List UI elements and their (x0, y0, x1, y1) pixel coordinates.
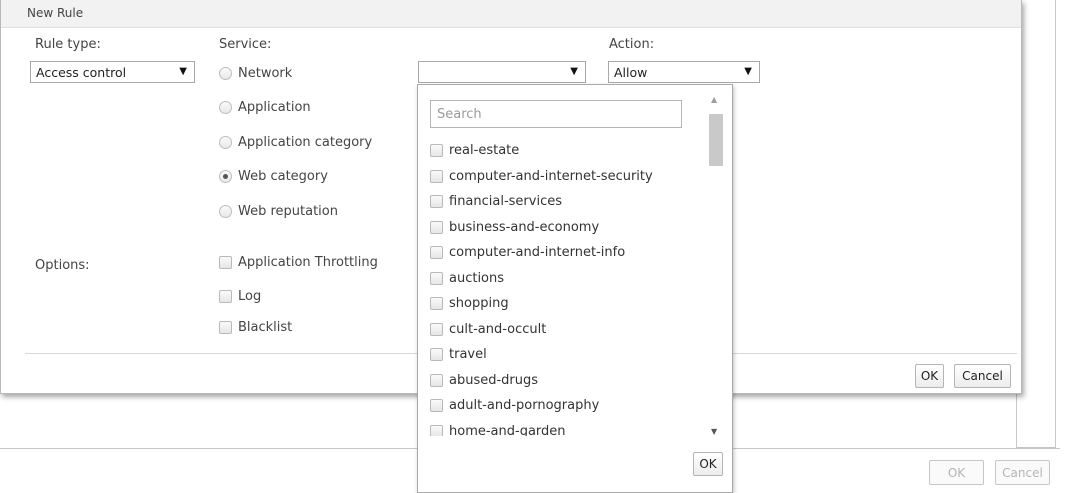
radio-button[interactable] (219, 136, 232, 149)
service-option-web-reputation[interactable]: Web reputation (219, 204, 338, 219)
rule-type-label: Rule type: (35, 37, 101, 52)
rule-type-select[interactable]: Access control ▼ (30, 61, 195, 83)
category-label: adult-and-pornography (449, 398, 600, 414)
category-label: auctions (449, 270, 505, 286)
checkbox[interactable] (430, 169, 443, 183)
option-log[interactable]: Log (219, 289, 261, 304)
checkbox[interactable] (430, 373, 443, 387)
action-select[interactable]: Allow ▼ (608, 61, 760, 83)
checkbox[interactable] (430, 399, 443, 413)
service-option-web-category[interactable]: Web category (219, 169, 328, 184)
chevron-down-icon: ▼ (179, 66, 187, 77)
service-option-label: Application (238, 100, 311, 115)
scroll-up-arrow-icon[interactable]: ▲ (711, 95, 717, 104)
rule-type-value: Access control (36, 64, 127, 80)
category-list-item[interactable]: shopping (430, 291, 702, 317)
option-label: Application Throttling (238, 255, 378, 270)
option-label: Blacklist (238, 320, 293, 335)
category-label: computer-and-internet-security (449, 168, 653, 184)
background-cancel-button[interactable]: Cancel (995, 460, 1050, 485)
category-label: travel (449, 347, 487, 363)
checkbox[interactable] (219, 321, 232, 334)
radio-button[interactable] (219, 67, 232, 80)
category-list-item[interactable]: computer-and-internet-security (430, 164, 702, 190)
category-label: computer-and-internet-info (449, 245, 626, 261)
category-list: real-estate computer-and-internet-securit… (430, 138, 702, 436)
ok-button[interactable]: OK (915, 364, 944, 388)
scrollbar-thumb[interactable] (709, 114, 723, 166)
scrollbar[interactable]: ▲ ▼ (707, 92, 723, 438)
option-application-throttling[interactable]: Application Throttling (219, 255, 378, 270)
dialog-header: New Rule (1, 0, 1021, 28)
option-blacklist[interactable]: Blacklist (219, 320, 292, 335)
service-option-label: Application category (238, 135, 373, 150)
checkbox[interactable] (430, 144, 443, 158)
option-label: Log (238, 289, 262, 304)
service-value-select[interactable]: ▼ (418, 61, 586, 83)
background-side-panel (1016, 0, 1056, 448)
category-list-item[interactable]: home-and-garden (430, 419, 702, 436)
category-label: financial-services (449, 194, 563, 210)
category-label: cult-and-occult (449, 321, 547, 337)
category-label: business-and-economy (449, 219, 600, 235)
options-label: Options: (35, 258, 90, 273)
radio-button-selected[interactable] (219, 170, 232, 183)
radio-button[interactable] (219, 101, 232, 114)
service-label: Service: (219, 37, 272, 52)
category-label: shopping (449, 296, 509, 312)
category-list-item[interactable]: financial-services (430, 189, 702, 215)
radio-button[interactable] (219, 205, 232, 218)
category-list-item[interactable]: cult-and-occult (430, 317, 702, 343)
service-option-application-category[interactable]: Application category (219, 135, 372, 150)
dropdown-ok-button[interactable]: OK (693, 452, 723, 476)
service-option-label: Network (238, 66, 293, 81)
scroll-down-arrow-icon[interactable]: ▼ (711, 427, 717, 436)
checkbox[interactable] (430, 195, 443, 209)
service-option-label: Web category (238, 169, 328, 184)
checkbox[interactable] (430, 246, 443, 260)
service-option-label: Web reputation (238, 204, 338, 219)
search-input[interactable] (430, 100, 682, 128)
category-list-item[interactable]: auctions (430, 266, 702, 292)
category-label: real-estate (449, 143, 520, 159)
checkbox[interactable] (430, 271, 443, 285)
action-value: Allow (614, 64, 648, 80)
category-list-item[interactable]: business-and-economy (430, 215, 702, 241)
category-list-item[interactable]: travel (430, 342, 702, 368)
dialog-title: New Rule (27, 6, 84, 20)
category-list-item[interactable]: real-estate (430, 138, 702, 164)
chevron-down-icon: ▼ (744, 66, 752, 77)
checkbox[interactable] (430, 322, 443, 336)
action-label: Action: (609, 37, 655, 52)
category-label: abused-drugs (449, 372, 539, 388)
checkbox[interactable] (430, 424, 443, 436)
service-option-application[interactable]: Application (219, 100, 311, 115)
checkbox[interactable] (430, 297, 443, 311)
background-ok-button[interactable]: OK (929, 460, 984, 485)
chevron-down-icon: ▼ (570, 66, 578, 77)
checkbox[interactable] (219, 256, 232, 269)
checkbox[interactable] (219, 290, 232, 303)
service-option-network[interactable]: Network (219, 66, 292, 81)
cancel-button[interactable]: Cancel (954, 364, 1011, 388)
category-list-item[interactable]: adult-and-pornography (430, 393, 702, 419)
category-list-item[interactable]: computer-and-internet-info (430, 240, 702, 266)
checkbox[interactable] (430, 220, 443, 234)
web-category-dropdown: real-estate computer-and-internet-securit… (417, 84, 733, 493)
category-label: home-and-garden (449, 423, 566, 436)
checkbox[interactable] (430, 348, 443, 362)
category-list-item[interactable]: abused-drugs (430, 368, 702, 394)
